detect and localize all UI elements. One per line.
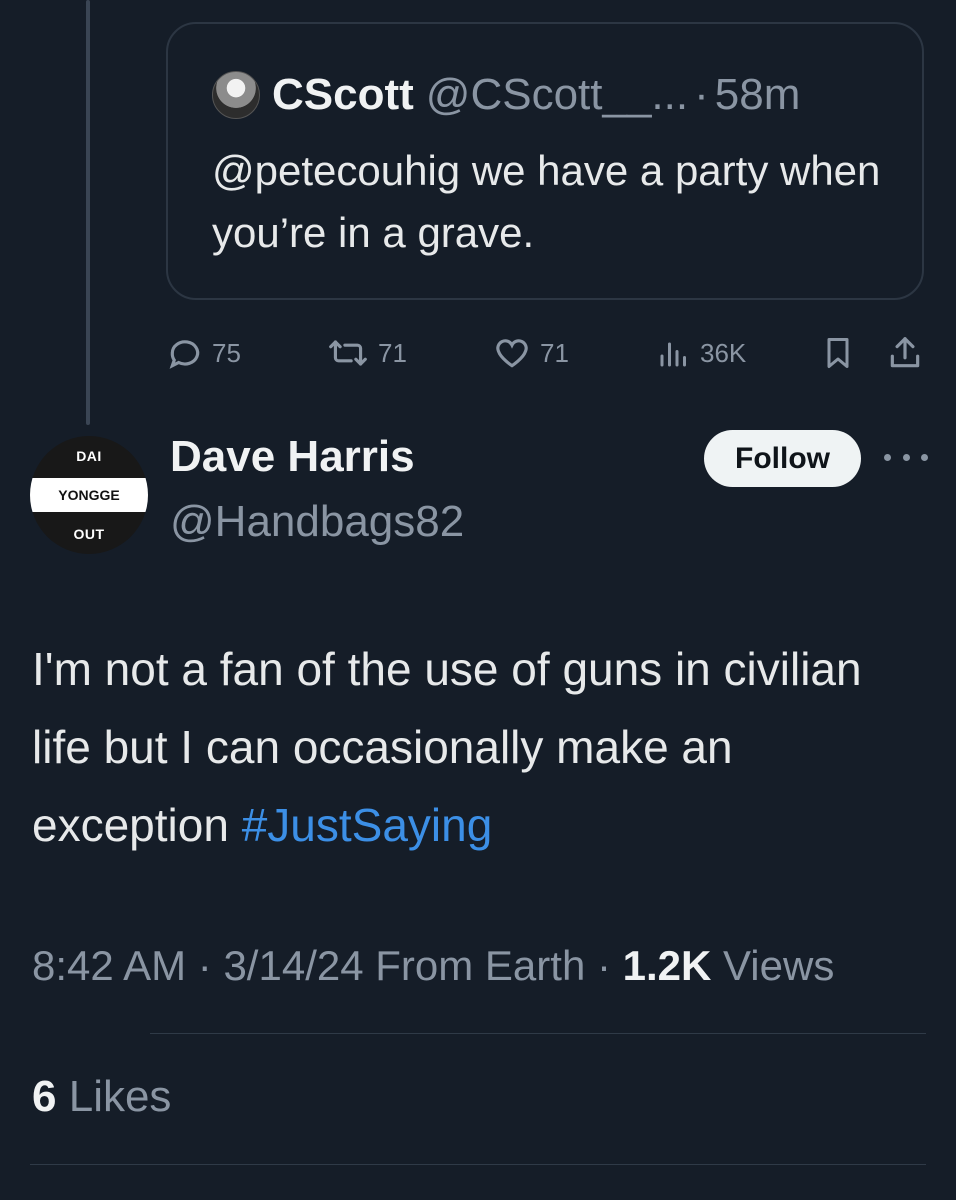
share-icon [890,337,920,368]
bookmark-icon [827,338,849,368]
like-button[interactable]: 71 [492,330,569,376]
quoted-author-name[interactable]: CScott [272,70,414,120]
tweet-text: I'm not a fan of the use of guns in civi… [32,630,912,864]
repost-count: 71 [378,337,407,368]
likes-total: 6 [32,1072,57,1121]
more-dot [921,453,928,461]
reply-count: 75 [212,337,241,368]
like-count: 71 [540,337,569,368]
bookmark-button[interactable] [820,330,864,376]
quoted-header-separator: · [694,70,709,119]
quoted-author-avatar[interactable] [212,71,260,119]
follow-button[interactable]: Follow [704,430,861,487]
share-button[interactable] [886,330,932,376]
views-button[interactable]: 36K [656,330,746,376]
quoted-tweet-time[interactable]: 58m [715,70,801,120]
author-name[interactable]: Dave Harris [170,432,415,482]
tweet-date[interactable]: 3/14/24 [223,942,363,989]
meta-separator: · [197,942,212,989]
author-handle[interactable]: @Handbags82 [170,497,464,547]
avatar-text-top: DAI [76,448,102,464]
more-dot [884,453,891,461]
quoted-author-handle[interactable]: @CScott__... [426,70,688,120]
reply-button[interactable]: 75 [166,330,241,376]
author-avatar[interactable]: DAI YONGGE OUT [30,436,148,554]
action-bar: 75 71 71 36K [166,330,930,376]
likes-summary[interactable]: 6 Likes [32,1072,171,1122]
divider [150,1033,926,1034]
likes-label: Likes [68,1072,172,1121]
like-icon [496,339,528,368]
avatar-text-middle: YONGGE [30,478,148,512]
tweet-source: From Earth [375,942,586,989]
avatar-text-bottom: OUT [73,526,105,542]
repost-button[interactable]: 71 [326,330,407,376]
meta-separator: · [596,942,611,989]
tweet-meta: 8:42 AM · 3/14/24 From Earth · 1.2K View… [32,935,912,997]
views-count: 36K [700,337,747,368]
quoted-tweet-card[interactable]: CScott @CScott__... · 58m @petecouhig we… [166,22,924,300]
reply-icon [169,340,200,369]
views-total: 1.2K [622,942,712,989]
thread-connector-line [86,0,90,425]
divider [30,1164,926,1165]
views-label: Views [723,942,835,989]
hashtag-link[interactable]: #JustSaying [242,799,493,851]
more-dot [902,453,910,461]
views-icon [660,342,686,367]
quoted-tweet-text: @petecouhig we have a party when you’re … [212,147,881,256]
repost-icon [329,340,367,366]
quoted-tweet-header: CScott @CScott__... · 58m [212,70,800,120]
tweet-time[interactable]: 8:42 AM [32,942,186,989]
more-options-icon[interactable] [884,442,928,472]
